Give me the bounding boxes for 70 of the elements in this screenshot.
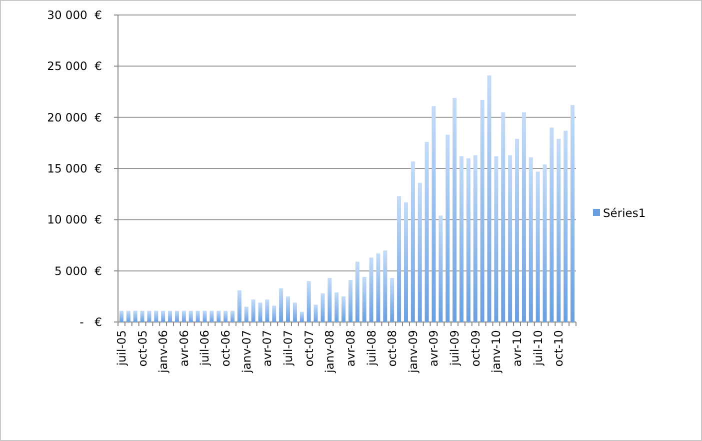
y-tick-label: 30 000 € — [47, 8, 102, 22]
bar — [265, 299, 270, 322]
bar — [383, 250, 388, 322]
x-tick-label: oct-07 — [302, 330, 316, 367]
bar — [140, 310, 144, 322]
bar — [306, 281, 311, 322]
x-tick-label: janv-10 — [489, 330, 504, 373]
bar — [230, 310, 234, 322]
bar — [348, 280, 352, 322]
bar — [300, 312, 304, 322]
bar — [224, 310, 228, 322]
x-tick-label: juil-05 — [114, 330, 128, 366]
x-tick-label: oct-09 — [468, 330, 482, 367]
bar — [244, 306, 248, 322]
x-tick-label: avr-10 — [510, 330, 524, 367]
bar — [272, 306, 276, 322]
x-tick-label: janv-07 — [239, 330, 254, 373]
bar — [320, 293, 325, 322]
bar — [161, 310, 166, 322]
x-tick-label: avr-06 — [176, 330, 191, 367]
x-tick-label: janv-08 — [322, 330, 337, 373]
y-tick-label: - € — [80, 315, 102, 329]
y-tick-label: 20 000 € — [47, 110, 102, 124]
y-tick-label: 25 000 € — [47, 59, 102, 74]
x-tick-label: oct-06 — [218, 330, 233, 367]
x-tick-label: juil-06 — [198, 330, 212, 366]
bar — [258, 302, 262, 322]
bar — [292, 302, 297, 322]
y-tick-label: 10 000 € — [47, 212, 102, 227]
y-tick-label: 5 000 € — [54, 264, 102, 278]
bar — [237, 290, 242, 322]
bar — [210, 310, 214, 322]
x-tick-label: oct-08 — [385, 330, 400, 367]
x-tick-label: juil-10 — [530, 330, 545, 366]
bar — [126, 310, 130, 322]
x-tick-label: juil-09 — [448, 330, 462, 366]
bar — [369, 258, 374, 322]
x-tick-label: janv-06 — [156, 330, 170, 373]
bar — [286, 296, 290, 322]
bar — [174, 310, 179, 322]
bar — [147, 310, 152, 322]
bar — [196, 310, 200, 322]
x-tick-label: avr-08 — [343, 330, 358, 367]
bar — [133, 310, 138, 322]
bar — [376, 253, 380, 322]
x-tick-label: avr-09 — [426, 330, 441, 367]
bar — [342, 296, 346, 322]
bar — [216, 310, 221, 322]
bar — [188, 310, 193, 322]
bar — [168, 310, 172, 322]
x-tick-label: juil-07 — [281, 330, 296, 366]
x-tick-label: oct-05 — [135, 330, 150, 367]
bar — [328, 278, 332, 322]
bar — [390, 278, 394, 322]
bar — [334, 292, 339, 322]
bar — [251, 299, 256, 322]
bar — [202, 310, 207, 322]
x-tick-label: janv-09 — [406, 330, 420, 373]
bar — [362, 276, 366, 322]
y-tick-label: 15 000 € — [47, 162, 102, 176]
bar — [355, 262, 360, 322]
legend-label: Séries1 — [603, 206, 646, 220]
bar — [154, 310, 158, 322]
x-tick-label: avr-07 — [260, 330, 274, 367]
bar — [119, 310, 124, 322]
bar — [182, 310, 186, 322]
bar — [314, 304, 318, 322]
bar — [279, 288, 284, 322]
x-tick-label: juil-08 — [364, 330, 378, 366]
x-tick-label: oct-10 — [552, 330, 566, 367]
